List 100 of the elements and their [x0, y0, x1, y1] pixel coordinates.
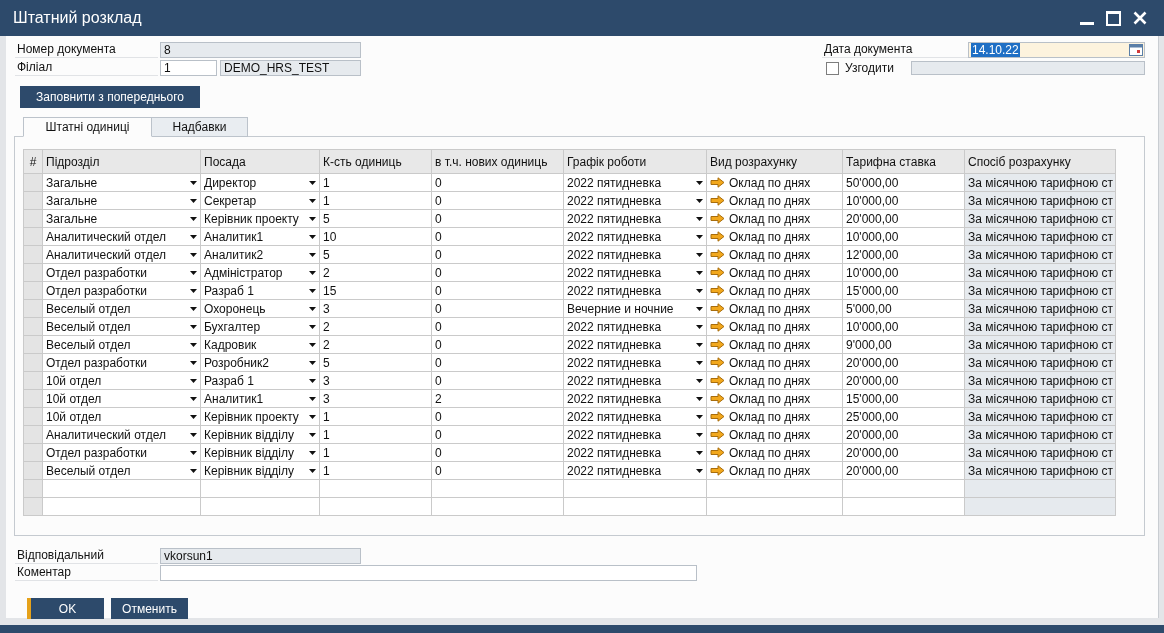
branch-name-field[interactable]: DEMO_HRS_TEST [220, 60, 361, 76]
caret-icon[interactable] [309, 306, 316, 311]
caret-icon[interactable] [696, 234, 703, 239]
arrow-icon[interactable] [710, 249, 725, 260]
arrow-icon[interactable] [710, 447, 725, 458]
arrow-icon[interactable] [710, 285, 725, 296]
caret-icon[interactable] [696, 378, 703, 383]
caret-icon[interactable] [309, 378, 316, 383]
arrow-icon[interactable] [710, 303, 725, 314]
maximize-icon[interactable] [1106, 10, 1121, 26]
caret-icon[interactable] [696, 324, 703, 329]
column-header[interactable]: Тарифна ставка [842, 149, 965, 174]
caret-icon[interactable] [309, 270, 316, 275]
column-header[interactable]: Графік роботи [563, 149, 707, 174]
arrow-icon[interactable] [710, 213, 725, 224]
caret-icon[interactable] [696, 468, 703, 473]
caret-icon[interactable] [309, 414, 316, 419]
caret-icon[interactable] [190, 360, 197, 365]
caret-icon[interactable] [309, 252, 316, 257]
document-number-field[interactable]: 8 [160, 42, 361, 58]
approve-checkbox[interactable] [826, 62, 839, 75]
caret-icon[interactable] [190, 324, 197, 329]
caret-icon[interactable] [190, 306, 197, 311]
caret-icon[interactable] [309, 450, 316, 455]
caret-icon[interactable] [190, 432, 197, 437]
caret-icon[interactable] [696, 180, 703, 185]
arrow-icon[interactable] [710, 195, 725, 206]
caret-icon[interactable] [696, 198, 703, 203]
column-header[interactable]: Підрозділ [42, 149, 201, 174]
caret-icon[interactable] [190, 252, 197, 257]
calc-type-value: Оклад по днях [729, 282, 811, 299]
caret-icon[interactable] [696, 414, 703, 419]
caret-icon[interactable] [309, 468, 316, 473]
fill-from-previous-button[interactable]: Заповнити з попереднього [20, 86, 200, 108]
calc-type-value: Оклад по днях [729, 336, 811, 353]
caret-icon[interactable] [190, 396, 197, 401]
arrow-icon[interactable] [710, 375, 725, 386]
approval-field[interactable] [911, 61, 1145, 75]
caret-icon[interactable] [309, 288, 316, 293]
caret-icon[interactable] [309, 324, 316, 329]
caret-icon[interactable] [309, 396, 316, 401]
caret-icon[interactable] [190, 270, 197, 275]
caret-icon[interactable] [190, 288, 197, 293]
caret-icon[interactable] [190, 468, 197, 473]
caret-icon[interactable] [309, 198, 316, 203]
date-field[interactable]: 14.10.22 [968, 42, 1145, 58]
calc-type-value: Оклад по днях [729, 426, 811, 443]
calc-type-value: Оклад по днях [729, 228, 811, 245]
arrow-icon[interactable] [710, 393, 725, 404]
arrow-icon[interactable] [710, 267, 725, 278]
arrow-icon[interactable] [710, 357, 725, 368]
arrow-icon[interactable] [710, 411, 725, 422]
caret-icon[interactable] [696, 342, 703, 347]
caret-icon[interactable] [696, 252, 703, 257]
caret-icon[interactable] [696, 306, 703, 311]
comment-field[interactable] [160, 565, 697, 581]
caret-icon[interactable] [696, 216, 703, 221]
caret-icon[interactable] [696, 288, 703, 293]
caret-icon[interactable] [696, 360, 703, 365]
ok-button[interactable]: OK [27, 598, 104, 619]
arrow-icon[interactable] [710, 231, 725, 242]
calc-type-value: Оклад по днях [729, 300, 811, 317]
caret-icon[interactable] [190, 234, 197, 239]
field-label: Дата документа [822, 42, 968, 58]
responsible-field[interactable]: vkorsun1 [160, 548, 361, 564]
caret-icon[interactable] [696, 270, 703, 275]
caret-icon[interactable] [309, 432, 316, 437]
caret-icon[interactable] [190, 378, 197, 383]
column-header[interactable]: К-сть одиниць [319, 149, 432, 174]
calc-type-value: Оклад по днях [729, 264, 811, 281]
arrow-icon[interactable] [710, 177, 725, 188]
column-header[interactable]: Спосіб розрахунку [964, 149, 1116, 174]
caret-icon[interactable] [190, 180, 197, 185]
caret-icon[interactable] [190, 198, 197, 203]
tab[interactable]: Надбавки [152, 117, 248, 137]
caret-icon[interactable] [309, 216, 316, 221]
caret-icon[interactable] [309, 342, 316, 347]
column-header[interactable]: # [23, 149, 43, 174]
arrow-icon[interactable] [710, 321, 725, 332]
arrow-icon[interactable] [710, 465, 725, 476]
column-header[interactable]: Вид розрахунку [706, 149, 843, 174]
arrow-icon[interactable] [710, 339, 725, 350]
caret-icon[interactable] [309, 180, 316, 185]
column-header[interactable]: Посада [200, 149, 320, 174]
caret-icon[interactable] [309, 234, 316, 239]
branch-code-field[interactable]: 1 [160, 60, 217, 76]
caret-icon[interactable] [309, 360, 316, 365]
caret-icon[interactable] [190, 342, 197, 347]
calendar-icon[interactable] [1129, 44, 1143, 56]
close-icon[interactable] [1133, 11, 1147, 25]
caret-icon[interactable] [190, 450, 197, 455]
caret-icon[interactable] [696, 432, 703, 437]
caret-icon[interactable] [190, 216, 197, 221]
caret-icon[interactable] [190, 414, 197, 419]
cancel-button[interactable]: Отменить [111, 598, 188, 619]
arrow-icon[interactable] [710, 429, 725, 440]
caret-icon[interactable] [696, 450, 703, 455]
caret-icon[interactable] [696, 396, 703, 401]
column-header[interactable]: в т.ч. нових одиниць [431, 149, 564, 174]
tab[interactable]: Штатні одиниці [23, 117, 152, 137]
